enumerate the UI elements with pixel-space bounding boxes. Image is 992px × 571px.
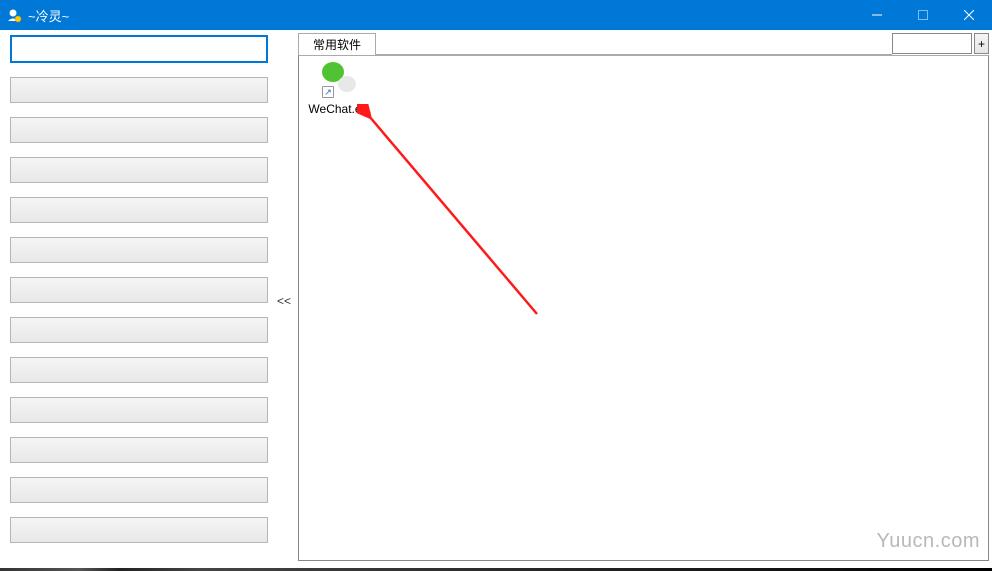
collapse-label: <<	[277, 294, 291, 308]
shortcut-overlay-icon: ↗	[322, 86, 334, 98]
sidebar-item-10[interactable]	[10, 437, 268, 463]
app-grid[interactable]: ↗ WeChat.e...	[298, 55, 989, 561]
sidebar	[0, 30, 273, 571]
tab-label: 常用软件	[313, 36, 361, 53]
wechat-icon: ↗	[322, 62, 358, 98]
sidebar-item-1[interactable]	[10, 77, 268, 103]
titlebar: ~冷灵~	[0, 0, 992, 30]
tab-spacer	[376, 33, 892, 55]
app-item-wechat[interactable]: ↗ WeChat.e...	[305, 62, 375, 116]
annotation-arrow	[357, 104, 557, 324]
tab-common-software[interactable]: 常用软件	[298, 33, 376, 55]
sidebar-item-7[interactable]	[10, 317, 268, 343]
minimize-button[interactable]	[854, 0, 900, 30]
close-button[interactable]	[946, 0, 992, 30]
app-icon	[6, 7, 22, 23]
add-button[interactable]: +	[974, 33, 989, 54]
sidebar-item-0[interactable]	[10, 35, 268, 63]
plus-icon: +	[978, 37, 985, 51]
tab-bar: 常用软件 +	[298, 33, 989, 55]
app-label: WeChat.e...	[305, 102, 375, 116]
sidebar-item-3[interactable]	[10, 157, 268, 183]
sidebar-item-12[interactable]	[10, 517, 268, 543]
watermark: Yuucn.com	[877, 530, 980, 553]
content-area: << 常用软件 + ↗ WeChat.e..	[0, 30, 992, 571]
sidebar-item-5[interactable]	[10, 237, 268, 263]
sidebar-item-6[interactable]	[10, 277, 268, 303]
sidebar-item-2[interactable]	[10, 117, 268, 143]
sidebar-item-8[interactable]	[10, 357, 268, 383]
sidebar-item-11[interactable]	[10, 477, 268, 503]
window-title: ~冷灵~	[28, 6, 854, 25]
maximize-button[interactable]	[900, 0, 946, 30]
search-input[interactable]	[892, 33, 972, 54]
right-panel: 常用软件 + ↗ WeChat.e...	[295, 30, 992, 571]
window-controls	[854, 0, 992, 30]
sidebar-item-4[interactable]	[10, 197, 268, 223]
sidebar-item-9[interactable]	[10, 397, 268, 423]
collapse-toggle[interactable]: <<	[273, 30, 295, 571]
